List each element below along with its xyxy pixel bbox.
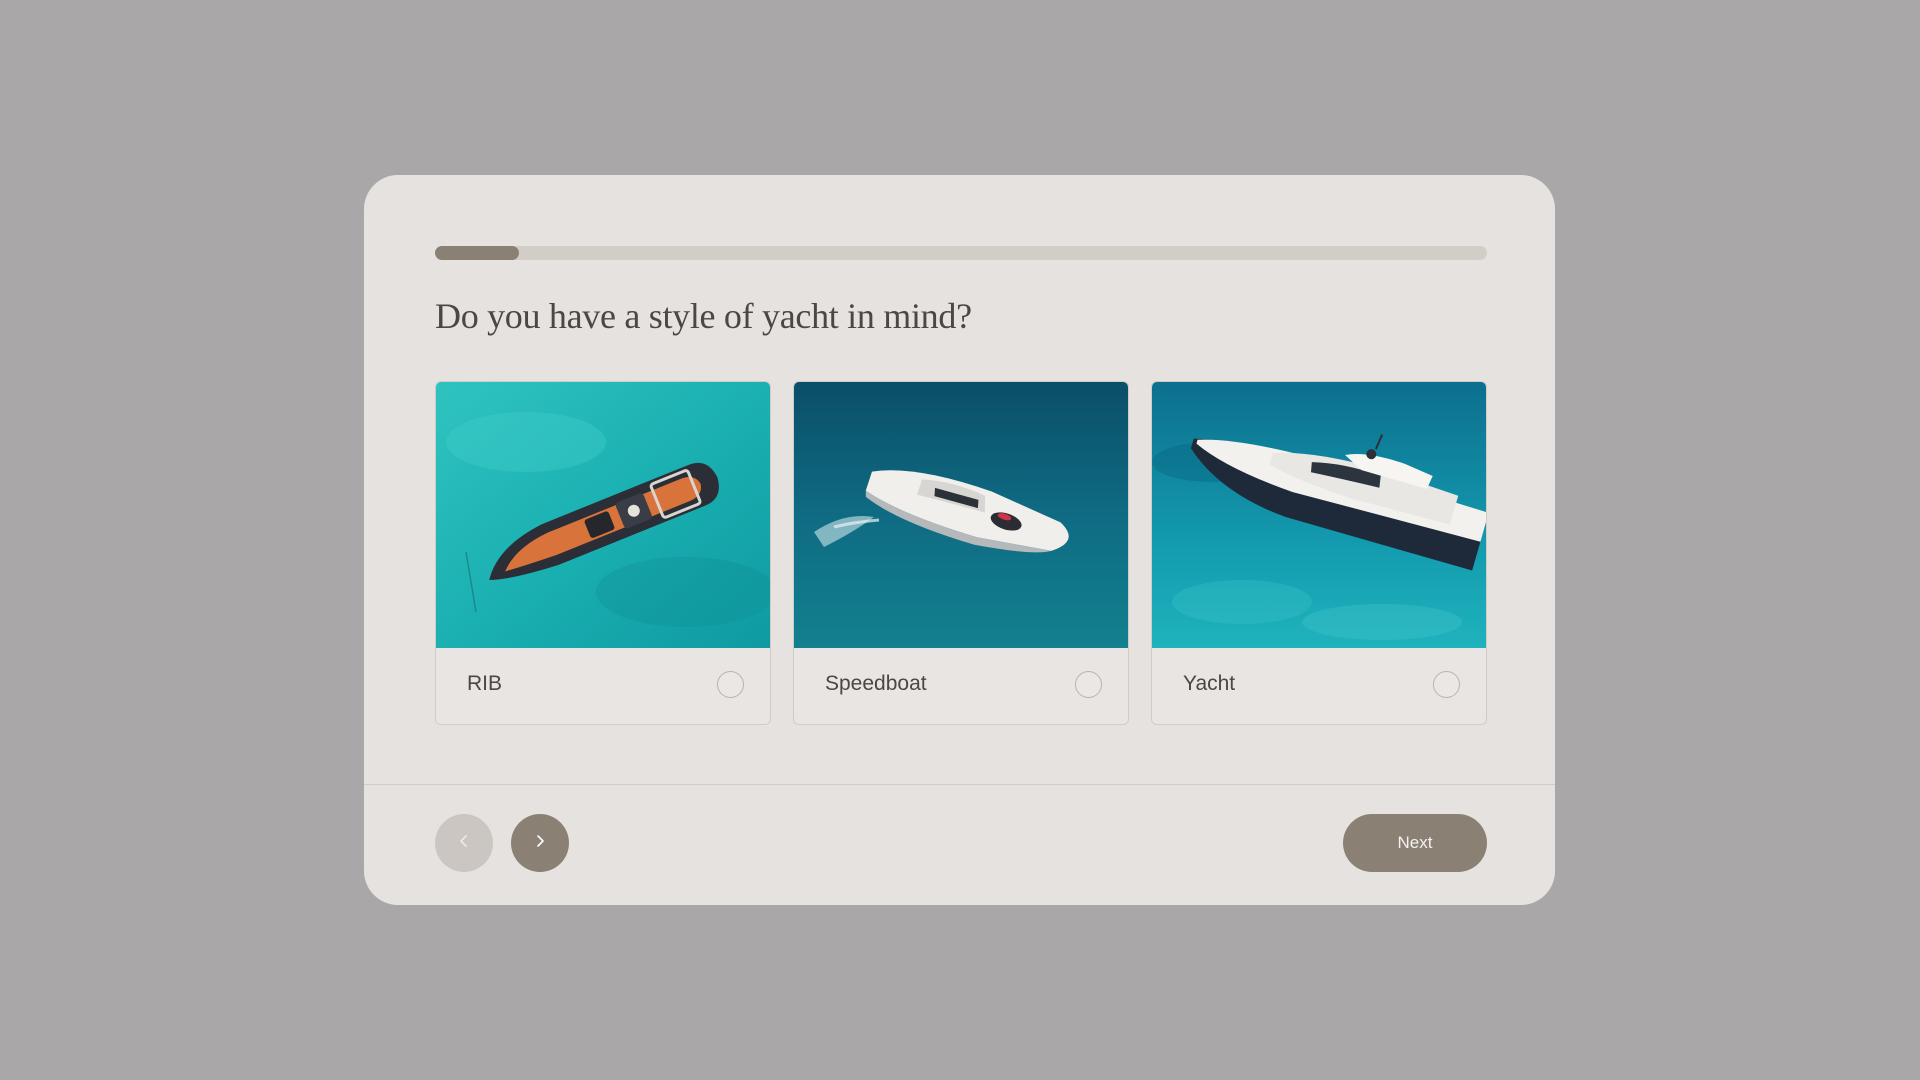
next-button[interactable]: Next	[1343, 814, 1487, 872]
progress-bar	[435, 246, 1487, 260]
option-label: RIB	[467, 672, 503, 695]
question-title: Do you have a style of yacht in mind?	[435, 296, 972, 336]
progress-bar-fill	[435, 246, 520, 260]
option-card-speedboat[interactable]: Speedboat	[793, 381, 1129, 725]
rib-boat-photo	[436, 382, 770, 648]
forward-button[interactable]	[511, 814, 569, 872]
option-label: Yacht	[1183, 672, 1236, 695]
option-card-rib[interactable]: RIB	[435, 381, 771, 725]
chevron-left-icon	[457, 834, 471, 853]
speedboat-photo	[794, 382, 1128, 648]
option-radio[interactable]	[717, 671, 744, 698]
option-radio[interactable]	[1433, 671, 1460, 698]
footer-divider	[364, 784, 1555, 785]
option-label: Speedboat	[825, 672, 927, 695]
previous-button[interactable]	[435, 814, 493, 872]
chevron-right-icon	[533, 834, 547, 853]
option-radio[interactable]	[1075, 671, 1102, 698]
option-cards: RIB Speedboat Yacht	[435, 381, 1487, 725]
option-card-yacht[interactable]: Yacht	[1151, 381, 1487, 725]
yacht-photo	[1152, 382, 1486, 648]
question-modal: Do you have a style of yacht in mind? RI…	[364, 175, 1555, 905]
